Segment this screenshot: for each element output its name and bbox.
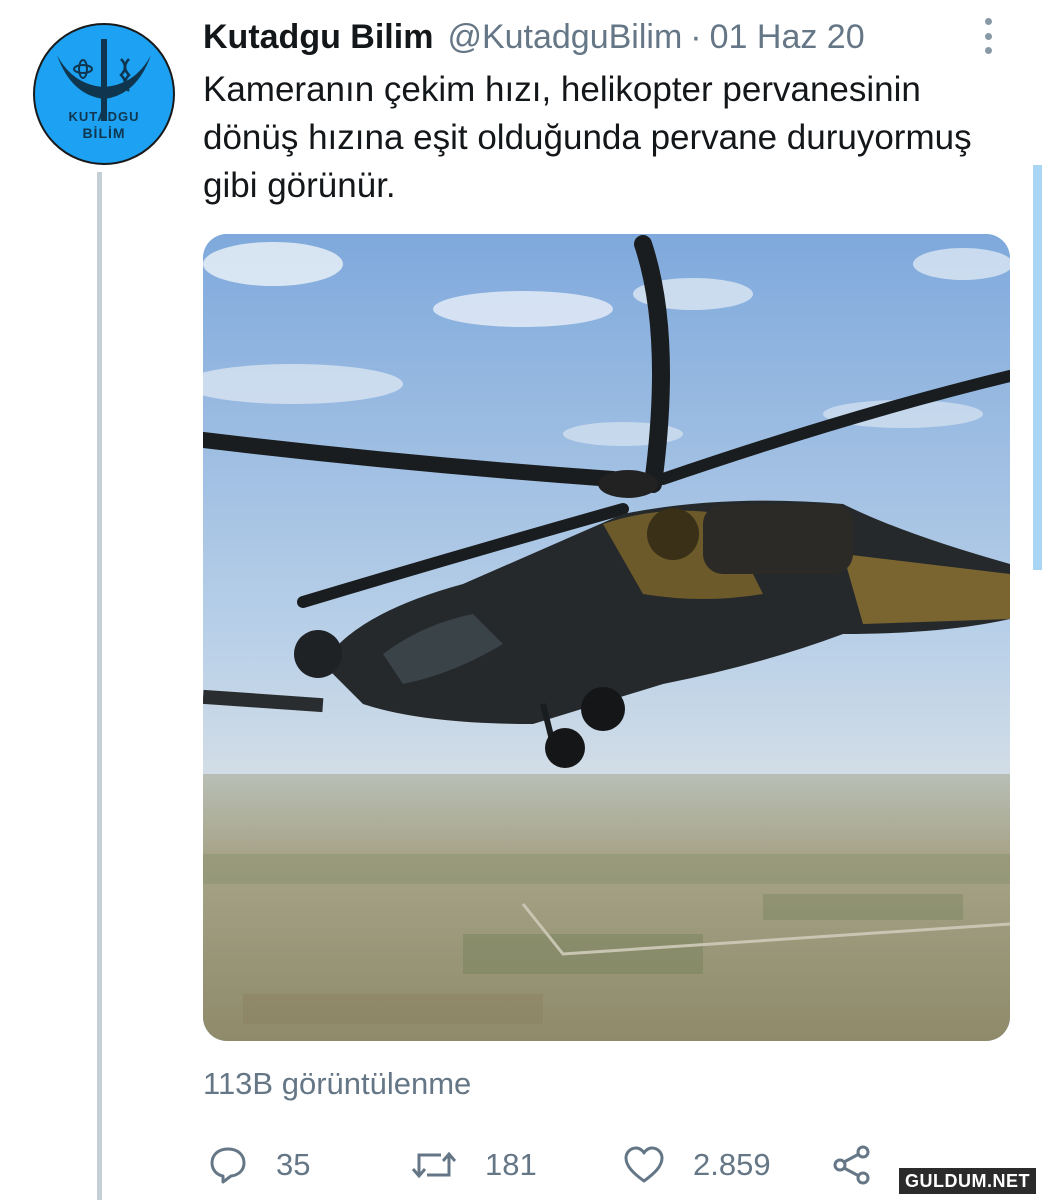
author-name[interactable]: Kutadgu Bilim (203, 18, 433, 57)
retweet-button[interactable]: 181 (411, 1140, 537, 1190)
share-icon (833, 1145, 870, 1185)
reply-button[interactable]: 35 (208, 1140, 310, 1190)
more-vertical-icon[interactable] (978, 18, 998, 54)
tweet-media[interactable] (203, 234, 1010, 1041)
watermark-logo: GULDUM.NET (899, 1168, 1036, 1194)
view-count: 113B görüntülenme (203, 1066, 472, 1101)
share-button[interactable] (831, 1140, 901, 1190)
helicopter-image (203, 234, 1010, 1041)
tweet-header: Kutadgu Bilim @KutadguBilim · 01 Haz 20 (203, 14, 865, 60)
avatar-text-line1: KUTADGU (68, 109, 140, 124)
reply-icon (210, 1147, 246, 1184)
author-handle[interactable]: @KutadguBilim (447, 18, 682, 57)
scroll-indicator[interactable] (1033, 165, 1042, 570)
heart-icon (624, 1146, 664, 1183)
action-bar: 35 181 2.859 (203, 1140, 903, 1190)
avatar-text-line2: BİLİM (82, 125, 126, 141)
reply-count: 35 (276, 1147, 311, 1182)
like-button[interactable]: 2.859 (623, 1140, 771, 1190)
tweet-text: Kameranın çekim hızı, helikopter pervane… (203, 70, 972, 205)
thread-line (97, 172, 102, 1200)
header-separator: · (690, 17, 702, 56)
like-count: 2.859 (693, 1147, 771, 1182)
avatar[interactable]: KUTADGU BİLİM (33, 23, 175, 165)
retweet-count: 181 (485, 1147, 537, 1182)
avatar-logo-icon (57, 39, 151, 121)
tweet-date[interactable]: 01 Haz 20 (710, 18, 865, 57)
retweet-icon (411, 1151, 457, 1179)
